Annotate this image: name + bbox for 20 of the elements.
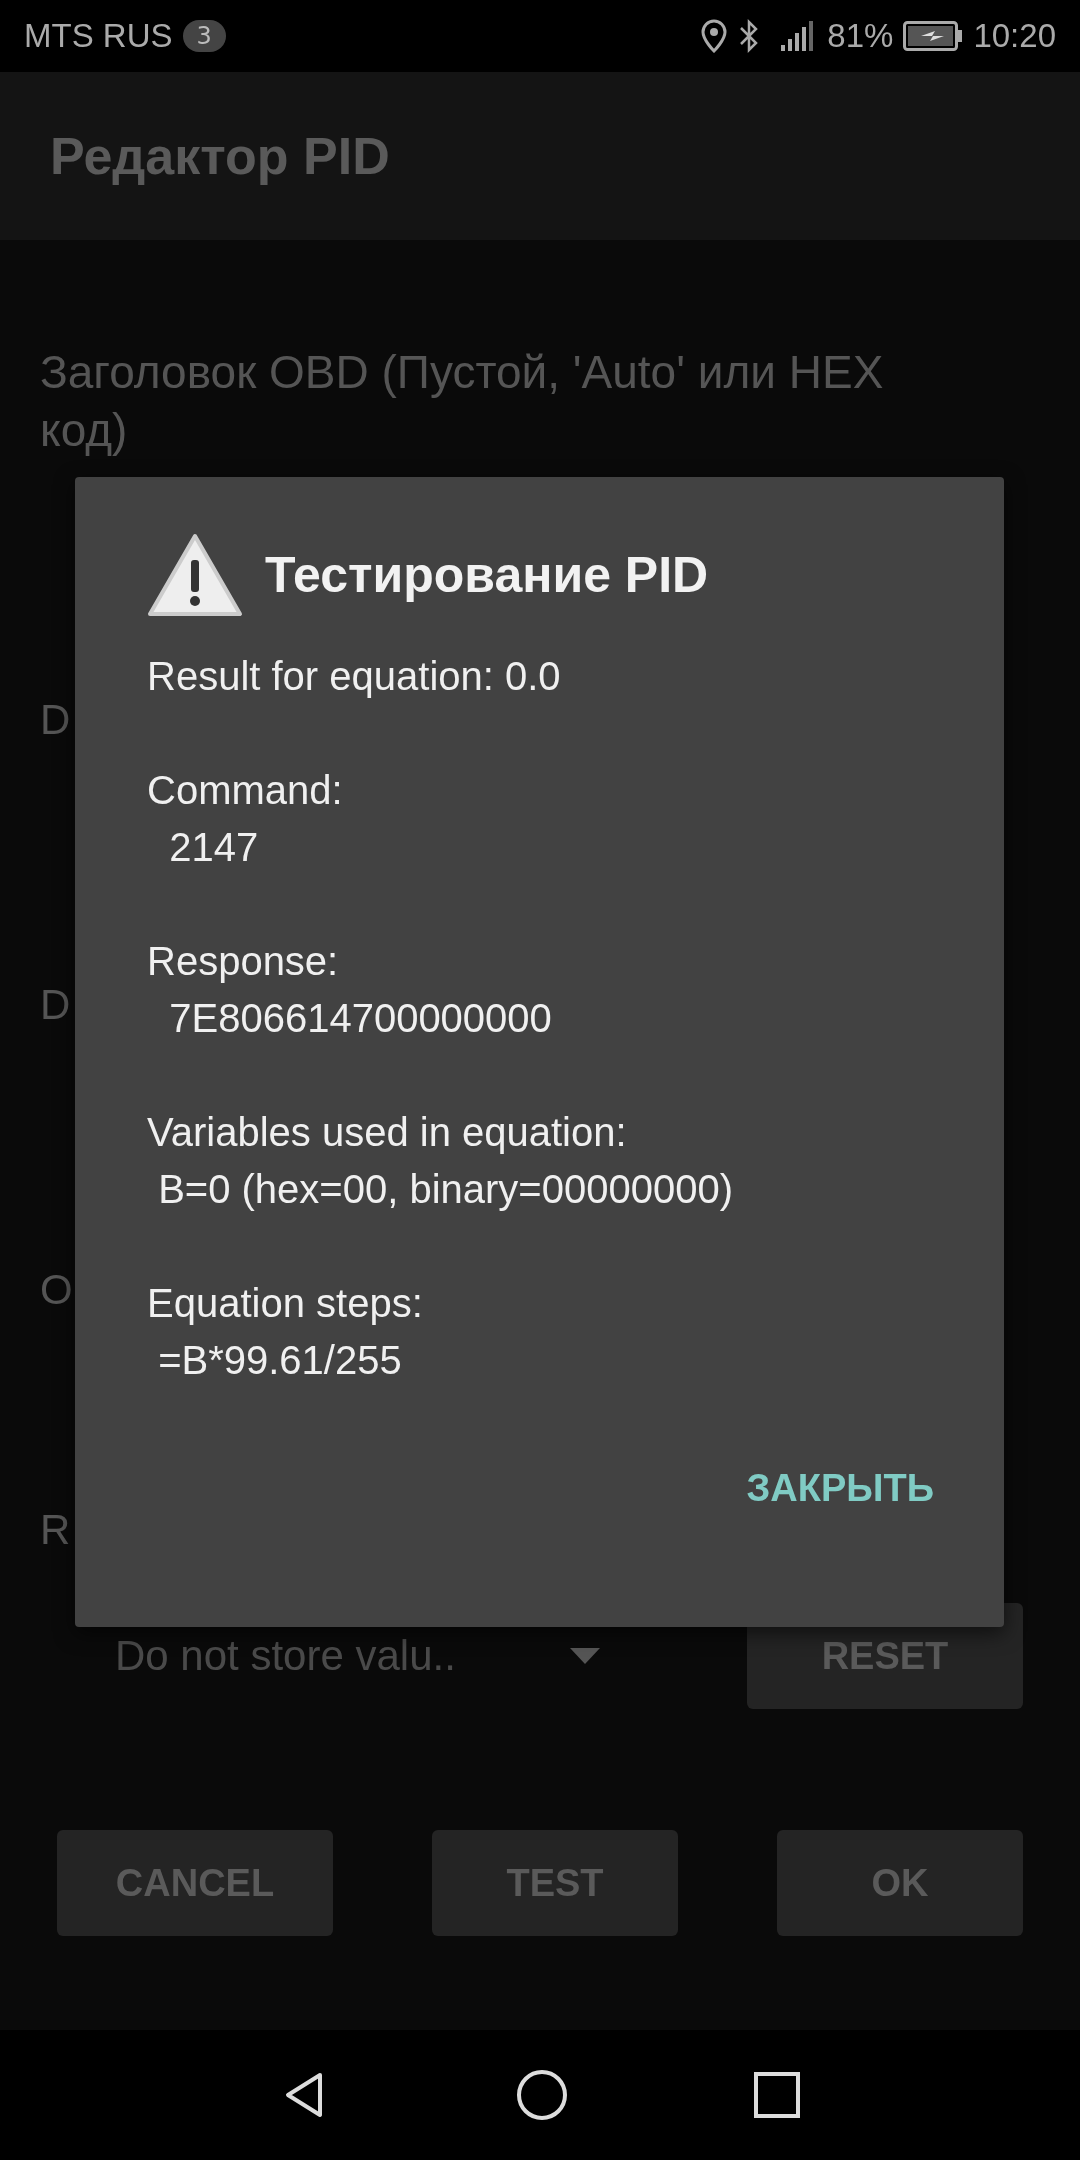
dropdown-caret-icon bbox=[570, 1648, 600, 1664]
dialog-message: Result for equation: 0.0 Command: 2147 Response: 7E806614700000000 Variables used in equation: B=0 (hex=00, binary=00000000) Equation steps: =B*99.61/255 bbox=[147, 653, 734, 1384]
field-label: D bbox=[40, 695, 72, 745]
field-label: R bbox=[40, 1505, 72, 1555]
carrier-name: MTS RUS bbox=[24, 17, 173, 55]
field-label: Заголовок OBD (Пустой, 'Auto' или HEX код) bbox=[40, 345, 885, 458]
warning-icon bbox=[147, 532, 243, 618]
store-dropdown[interactable]: Do not store valu.. bbox=[40, 1632, 600, 1680]
battery-charging-icon bbox=[903, 21, 964, 51]
recents-icon[interactable] bbox=[754, 2072, 800, 2118]
field-label: O bbox=[40, 1265, 74, 1315]
notification-count: 3 bbox=[182, 20, 226, 52]
dialog-title: Тестирование PID bbox=[265, 546, 709, 604]
close-button[interactable]: ЗАКРЫТЬ bbox=[746, 1456, 934, 1520]
battery-percent: 81% bbox=[827, 17, 894, 55]
home-icon[interactable] bbox=[516, 2069, 568, 2121]
screen-title: Редактор PID bbox=[50, 126, 390, 186]
clock: 10:20 bbox=[973, 17, 1056, 55]
field-label: D bbox=[40, 980, 72, 1030]
location-icon bbox=[701, 19, 728, 53]
